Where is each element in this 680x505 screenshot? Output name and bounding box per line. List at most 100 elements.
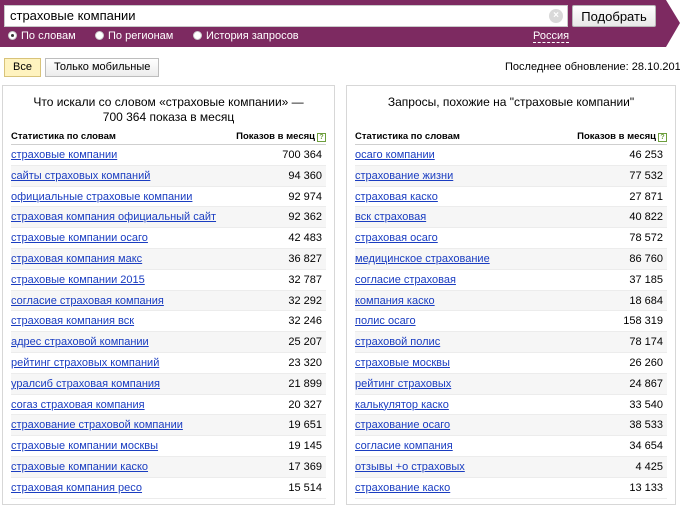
radio-icon	[193, 31, 202, 40]
impressions-count: 38 533	[629, 419, 663, 432]
table-row: страховой полис 78 174	[355, 332, 667, 353]
keyword-link[interactable]: согласие компания	[355, 440, 453, 452]
table-row: страховые компании 700 364	[11, 145, 326, 166]
mode-label: По регионам	[108, 30, 174, 42]
impressions-count: 20 327	[288, 398, 322, 411]
clear-icon[interactable]: ×	[549, 9, 563, 23]
help-icon[interactable]: ?	[317, 133, 326, 142]
table-row: страховые компании осаго 42 483	[11, 228, 326, 249]
help-icon[interactable]: ?	[658, 133, 667, 142]
filter-all-button[interactable]: Все	[4, 58, 41, 77]
column-keyword: Статистика по словам	[11, 131, 116, 142]
keyword-link[interactable]: страховые компании москвы	[11, 440, 158, 452]
region-link[interactable]: Россия	[533, 30, 570, 43]
keyword-link[interactable]: страховая компания вск	[11, 315, 134, 327]
keyword-link[interactable]: калькулятор каско	[355, 399, 449, 411]
table-row: согласие компания 34 654	[355, 436, 667, 457]
impressions-count: 24 867	[629, 377, 663, 390]
table-row: страховая компания официальный сайт 92 36…	[11, 207, 326, 229]
keyword-link[interactable]: уралсиб страховая компания	[11, 378, 160, 390]
keyword-link[interactable]: согласие страховая	[355, 274, 456, 286]
table-row: страховая каско 27 871	[355, 187, 667, 208]
keyword-link[interactable]: согаз страховая компания	[11, 399, 145, 411]
table-row: страхование осаго 38 533	[355, 415, 667, 437]
table-row: страховые компании москвы 19 145	[11, 436, 326, 457]
keyword-link[interactable]: страховая компания официальный сайт	[11, 211, 216, 223]
impressions-count: 42 483	[288, 232, 322, 245]
keyword-link[interactable]: страхование жизни	[355, 170, 453, 182]
keyword-link[interactable]: страховая компания макс	[11, 253, 142, 265]
impressions-count: 32 246	[288, 315, 322, 328]
keyword-link[interactable]: сайты страховых компаний	[11, 170, 150, 182]
submit-button[interactable]: Подобрать	[572, 5, 656, 27]
keyword-link[interactable]: страховые компании 2015	[11, 274, 145, 286]
radio-selected-icon	[8, 31, 17, 40]
impressions-count: 27 871	[629, 190, 663, 203]
keyword-link[interactable]: страховая осаго	[355, 232, 438, 244]
table-row: страхование каско 13 133	[355, 478, 667, 499]
keyword-link[interactable]: компания каско	[355, 295, 435, 307]
device-filter: Все Только мобильные	[4, 58, 160, 77]
keyword-link[interactable]: страховые компании	[11, 149, 117, 161]
keyword-link[interactable]: рейтинг страховых	[355, 378, 451, 390]
mode-by-words[interactable]: По словам	[8, 30, 76, 43]
keyword-link[interactable]: страховые компании осаго	[11, 232, 148, 244]
impressions-count: 21 899	[288, 377, 322, 390]
impressions-count: 19 651	[288, 419, 322, 432]
table-row: вск страховая 40 822	[355, 207, 667, 229]
header-arrow-decoration	[666, 0, 680, 47]
mode-by-regions[interactable]: По регионам	[95, 30, 173, 43]
keyword-link[interactable]: страховые москвы	[355, 357, 450, 369]
keyword-link[interactable]: согласие страховая компания	[11, 295, 164, 307]
keyword-link[interactable]: страховая каско	[355, 191, 438, 203]
keyword-link[interactable]: страховые компании каско	[11, 461, 148, 473]
keyword-link[interactable]: официальные страховые компании	[11, 191, 192, 203]
mode-history[interactable]: История запросов	[193, 30, 299, 43]
column-count: Показов в месяц?	[577, 131, 667, 142]
search-input[interactable]: страховые компании	[4, 5, 568, 27]
table-row: отзывы +о страховых 4 425	[355, 456, 667, 478]
impressions-count: 46 253	[629, 149, 663, 161]
impressions-count: 92 974	[288, 190, 322, 203]
impressions-count: 158 319	[623, 315, 663, 328]
filter-mobile-button[interactable]: Только мобильные	[44, 58, 160, 77]
keyword-link[interactable]: осаго компании	[355, 149, 435, 161]
table-row: рейтинг страховых компаний 23 320	[11, 353, 326, 374]
similar-table: осаго компании 46 253 страхование жизни 77 …	[355, 145, 667, 499]
panel-title: Что искали со словом «страховые компании…	[33, 95, 304, 124]
column-keyword: Статистика по словам	[355, 131, 460, 142]
table-row: сайты страховых компаний 94 360	[11, 165, 326, 187]
keyword-table: страховые компании 700 364 сайты страховых…	[11, 145, 326, 499]
keyword-link[interactable]: страховая компания ресо	[11, 482, 142, 494]
table-row: страховые компании каско 17 369	[11, 456, 326, 478]
search-query: страховые компании	[10, 8, 136, 23]
impressions-count: 94 360	[288, 169, 322, 182]
panel-title: Запросы, похожие на "страховые компании"	[387, 95, 635, 109]
impressions-count: 25 207	[288, 336, 322, 349]
column-count-label: Показов в месяц	[236, 131, 315, 142]
keyword-link[interactable]: медицинское страхование	[355, 253, 490, 265]
table-row: осаго компании 46 253	[355, 145, 667, 166]
table-row: согласие страховая компания 32 292	[11, 290, 326, 312]
keyword-link[interactable]: страхование осаго	[355, 419, 450, 431]
impressions-count: 18 684	[629, 294, 663, 307]
table-row: страховые москвы 26 260	[355, 353, 667, 374]
keyword-link[interactable]: адрес страховой компании	[11, 336, 149, 348]
keyword-link[interactable]: страхование страховой компании	[11, 419, 183, 431]
keyword-stats-panel: Что искали со словом «страховые компании…	[2, 85, 335, 505]
impressions-count: 26 260	[629, 356, 663, 369]
table-row: страхование страховой компании 19 651	[11, 415, 326, 437]
table-row: страховая компания макс 36 827	[11, 248, 326, 270]
keyword-link[interactable]: страхование каско	[355, 482, 450, 494]
keyword-link[interactable]: страховой полис	[355, 336, 440, 348]
table-row: страховые компании 2015 32 787	[11, 270, 326, 291]
keyword-link[interactable]: вск страховая	[355, 211, 426, 223]
keyword-link[interactable]: рейтинг страховых компаний	[11, 357, 159, 369]
impressions-count: 77 532	[629, 169, 663, 182]
keyword-link[interactable]: полис осаго	[355, 315, 416, 327]
impressions-count: 32 292	[288, 294, 322, 307]
table-header: Статистика по словам Показов в месяц?	[11, 129, 326, 145]
radio-icon	[95, 31, 104, 40]
mode-label: История запросов	[206, 30, 299, 42]
keyword-link[interactable]: отзывы +о страховых	[355, 461, 465, 473]
